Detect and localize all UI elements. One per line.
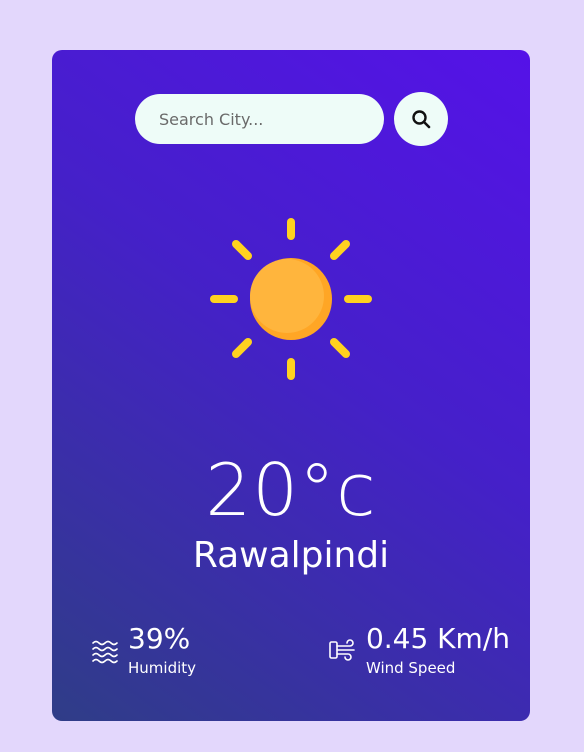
search-icon xyxy=(412,110,431,129)
humidity-label: Humidity xyxy=(128,658,197,677)
sun-icon xyxy=(210,218,372,380)
wind-detail: 0.45 Km/h Wind Speed xyxy=(328,622,510,677)
city-name: Rawalpindi xyxy=(192,535,390,576)
search-input[interactable] xyxy=(135,94,384,144)
search-bar xyxy=(135,92,448,146)
wind-value: 0.45 Km/h xyxy=(365,622,510,655)
humidity-value: 39% xyxy=(128,622,191,655)
search-button[interactable] xyxy=(394,92,448,146)
humidity-icon xyxy=(92,641,118,664)
wind-label: Wind Speed xyxy=(365,658,456,677)
weather-card: 20°c Rawalpindi 39% Humidity xyxy=(52,50,530,721)
humidity-detail: 39% Humidity xyxy=(90,622,197,677)
wind-icon xyxy=(329,639,355,662)
weather-details: 39% Humidity 0.45 Km/h Wind Speed xyxy=(90,622,510,677)
temperature: 20°c xyxy=(205,448,377,532)
